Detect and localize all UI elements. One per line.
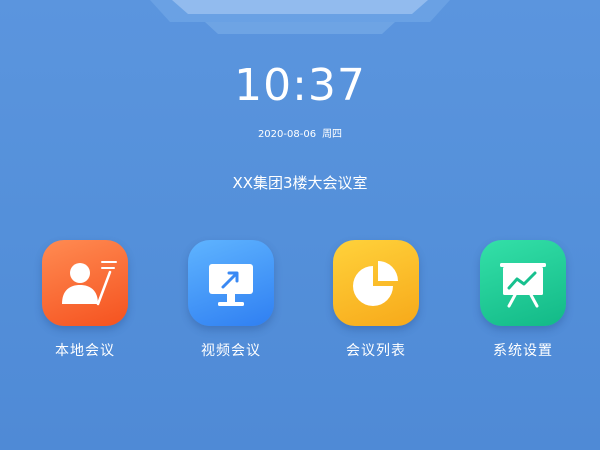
- date-text: 2020-08-06: [257, 129, 317, 140]
- top-header-decoration: [150, 0, 450, 34]
- system-settings-app[interactable]: 系统设置: [460, 240, 580, 370]
- weekday-text: 周四: [322, 129, 343, 140]
- video-meeting-tile[interactable]: [188, 240, 274, 326]
- meeting-list-pie-icon: [353, 261, 398, 306]
- home-screen: 10:37 2020-08-06 周四 XX集团3楼大会议室 本地会议 视频会议…: [0, 0, 600, 450]
- date-row: 2020-08-06 周四: [0, 128, 600, 142]
- local-meeting-label: 本地会议: [55, 343, 115, 359]
- room-name: XX集团3楼大会议室: [232, 174, 368, 192]
- meeting-list-app[interactable]: 会议列表: [313, 240, 433, 370]
- local-meeting-tile[interactable]: [42, 240, 128, 326]
- video-meeting-app[interactable]: 视频会议: [168, 240, 288, 370]
- meeting-list-tile[interactable]: [333, 240, 419, 326]
- clock-time: 10:37: [234, 60, 366, 111]
- local-meeting-app[interactable]: 本地会议: [22, 240, 142, 370]
- video-meeting-icon: [209, 264, 253, 306]
- system-settings-label: 系统设置: [493, 343, 553, 359]
- video-meeting-label: 视频会议: [201, 343, 261, 359]
- meeting-list-label: 会议列表: [346, 343, 406, 359]
- local-meeting-icon: [62, 261, 117, 306]
- system-settings-tile[interactable]: [480, 240, 566, 326]
- system-settings-chart-icon: [500, 263, 546, 308]
